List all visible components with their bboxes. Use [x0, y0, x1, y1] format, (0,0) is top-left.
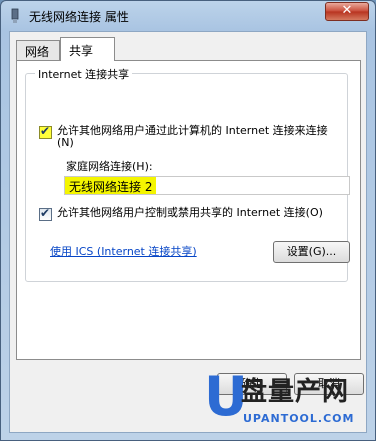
allow-connect-label: 允许其他网络用户通过此计算机的 Internet 连接来连接(N) — [57, 124, 328, 149]
group-title: Internet 连接共享 — [35, 66, 133, 82]
close-button[interactable]: ✕ — [325, 2, 369, 21]
allow-control-checkbox[interactable]: ✔ — [39, 206, 52, 221]
home-network-label: 家庭网络连接(H): — [66, 160, 153, 173]
properties-dialog: 无线网络连接 属性 ✕ 网络 共享 Internet 连接共享 ✔ 允许其他网络… — [0, 0, 376, 441]
tab-sharing[interactable]: 共享 — [60, 37, 115, 61]
checkmark-icon: ✔ — [40, 124, 51, 138]
watermark-sub: UPANTOOL.COM — [243, 412, 355, 425]
home-network-select[interactable]: 无线网络连接 2 — [64, 176, 350, 195]
window-title: 无线网络连接 属性 — [29, 10, 129, 24]
network-adapter-icon — [11, 8, 19, 23]
ics-link[interactable]: 使用 ICS (Internet 连接共享) — [50, 243, 197, 259]
watermark-logo: U 盘量产网 UPANTOOL.COM — [201, 367, 376, 441]
watermark-text: 盘量产网 — [241, 377, 350, 407]
home-network-value: 无线网络连接 2 — [65, 177, 157, 194]
checkmark-icon: ✔ — [40, 206, 51, 220]
settings-button[interactable]: 设置(G)... — [273, 241, 350, 263]
tab-network[interactable]: 网络 — [16, 40, 60, 60]
allow-connect-checkbox[interactable]: ✔ — [39, 124, 52, 139]
sharing-panel: Internet 连接共享 ✔ 允许其他网络用户通过此计算机的 Internet… — [16, 60, 361, 360]
allow-control-label: 允许其他网络用户控制或禁用共享的 Internet 连接(O) — [57, 206, 323, 219]
title-bar[interactable]: 无线网络连接 属性 ✕ — [1, 1, 375, 31]
